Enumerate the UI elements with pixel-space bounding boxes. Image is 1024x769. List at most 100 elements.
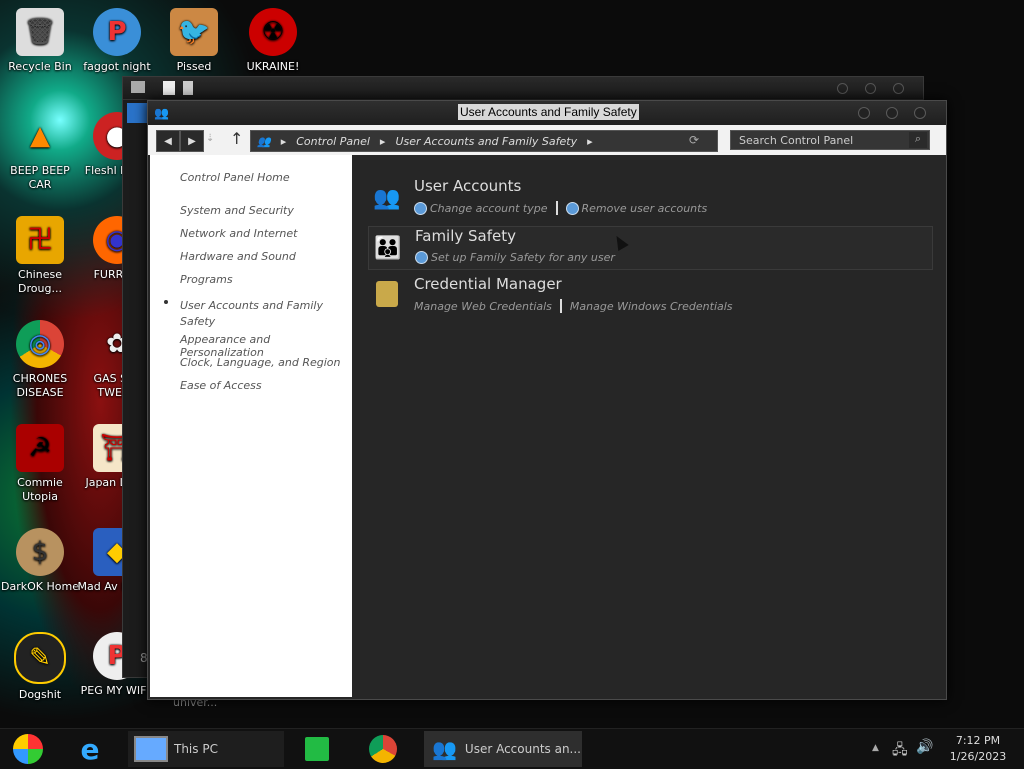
category-title[interactable]: User Accounts — [414, 177, 521, 195]
vlc-icon: ▲ — [30, 121, 50, 151]
clock-time: 7:12 PM — [955, 734, 1001, 747]
maximize-button[interactable] — [886, 107, 898, 119]
refresh-icon[interactable]: ⟳ — [689, 133, 703, 147]
manage-windows-credentials-link[interactable]: Manage Windows Credentials — [570, 300, 733, 313]
window-titlebar[interactable]: 👥 User Accounts and Family Safety — [148, 101, 946, 125]
clock-date: 1/26/2023 — [949, 750, 1007, 763]
money-bag-icon: $ — [16, 528, 64, 576]
desktop-icon-beep-beep-car[interactable]: ▲ BEEP BEEP CAR — [0, 112, 80, 192]
desktop-icon-faggot-night[interactable]: P faggot night — [77, 8, 157, 74]
users-icon: 👥 — [432, 737, 457, 761]
chevron-right-icon: ▸ — [587, 134, 593, 148]
ribbon-tab[interactable] — [127, 103, 149, 123]
desktop-icon-chinese-droug[interactable]: 卍 Chinese Droug... — [0, 216, 80, 296]
separator — [555, 201, 558, 215]
desktop-icon-pissed[interactable]: 🐦 Pissed — [154, 8, 234, 74]
sidebar-item-network-internet[interactable]: Network and Internet — [180, 227, 298, 240]
remove-user-accounts-link[interactable]: Remove user accounts — [582, 202, 708, 215]
back-button[interactable]: ◀ — [156, 130, 180, 152]
change-account-type-link[interactable]: Change account type — [430, 202, 548, 215]
chrome-icon: ◎ — [16, 320, 64, 368]
search-placeholder: Search Control Panel — [739, 133, 854, 147]
chrome-button[interactable] — [362, 731, 404, 767]
family-icon: 👪 — [374, 235, 402, 261]
category-title[interactable]: Credential Manager — [414, 275, 562, 293]
volume-icon[interactable]: 🔊 — [916, 739, 933, 755]
chinese-game-icon: 卍 — [16, 216, 64, 264]
breadcrumb-user-accounts[interactable]: User Accounts and Family Safety — [395, 135, 577, 148]
window-title: User Accounts and Family Safety — [458, 104, 639, 120]
sidebar-item-system-security[interactable]: System and Security — [180, 204, 294, 217]
taskbar-label: User Accounts an... — [464, 742, 581, 756]
manage-web-credentials-link[interactable]: Manage Web Credentials — [414, 300, 552, 313]
desktop-icon-darkok-home[interactable]: $ DarkOK Home — [0, 528, 80, 594]
taskbar-this-pc[interactable]: This PC — [128, 731, 284, 767]
recent-locations-button[interactable]: ⇣ — [206, 133, 214, 144]
sidebar-item-ease-of-access[interactable]: Ease of Access — [180, 379, 262, 392]
category-title[interactable]: Family Safety — [415, 227, 516, 245]
shield-icon — [414, 201, 427, 215]
desktop-icon-label: Dogshit — [18, 688, 62, 701]
users-icon: 👥 — [257, 134, 271, 148]
content-pane: 👥 User Accounts Change account type Remo… — [352, 155, 946, 697]
vault-icon — [376, 281, 398, 307]
up-arrow-icon[interactable]: ↑ — [230, 129, 243, 148]
start-button[interactable] — [8, 731, 48, 767]
search-input[interactable]: Search Control Panel ⌕ — [730, 130, 930, 150]
network-icon[interactable]: 🖧 — [892, 739, 908, 763]
maximize-button[interactable] — [865, 83, 876, 94]
desktop-icon-label: Commie Utopia — [17, 476, 63, 503]
document-icon — [163, 81, 175, 95]
control-panel-window[interactable]: 👥 User Accounts and Family Safety ◀ ▶ ⇣ … — [147, 100, 947, 700]
desktop-icon-chrones-disease[interactable]: ◎ CHRONES DISEASE — [0, 320, 80, 400]
sidebar-control-panel-home[interactable]: Control Panel Home — [180, 171, 290, 184]
desktop-icon-label: CHRONES DISEASE — [12, 372, 68, 399]
chevron-right-icon: ▸ — [280, 134, 287, 148]
minimize-button[interactable] — [837, 83, 848, 94]
close-button[interactable] — [914, 107, 926, 119]
address-bar[interactable]: 👥 ▸ Control Panel ▸ User Accounts and Fa… — [250, 130, 718, 152]
pen-icon: ✎ — [14, 632, 66, 684]
desktop-icon-dogshit[interactable]: ✎ Dogshit — [0, 632, 80, 702]
taskbar-user-accounts[interactable]: 👥 User Accounts an... — [424, 731, 582, 767]
active-bullet-icon — [164, 300, 168, 304]
store-button[interactable] — [296, 731, 338, 767]
windows-logo-icon — [13, 734, 43, 764]
background-window-titlebar[interactable] — [123, 77, 923, 100]
navigation-bar: ◀ ▶ ⇣ ↑ 👥 ▸ Control Panel ▸ User Account… — [148, 125, 946, 155]
store-icon — [305, 737, 329, 761]
breadcrumb-control-panel[interactable]: Control Panel — [296, 135, 370, 148]
minimize-button[interactable] — [858, 107, 870, 119]
close-button[interactable] — [893, 83, 904, 94]
desktop-icon-label: Pissed — [176, 60, 212, 73]
desktop-icon-label: PEG MY WIFE — [80, 684, 154, 697]
desktop-icon-commie-utopia[interactable]: ☭ Commie Utopia — [0, 424, 80, 504]
internet-explorer-button[interactable]: e — [68, 731, 112, 767]
forward-button[interactable]: ▶ — [180, 130, 204, 152]
desktop-icon-label: UKRAINE! — [246, 60, 300, 73]
desktop-icon-ukraine[interactable]: ☢ UKRAINE! — [233, 8, 313, 74]
shield-icon — [415, 251, 428, 264]
shield-icon — [565, 201, 579, 215]
sidebar-item-programs[interactable]: Programs — [180, 273, 233, 286]
sidebar-item-clock-language[interactable]: Clock, Language, and Region — [180, 356, 341, 369]
taskbar-label: This PC — [174, 742, 218, 756]
clock[interactable]: 7:12 PM 1/26/2023 — [948, 733, 1008, 765]
desktop-icon-label: BEEP BEEP CAR — [10, 164, 70, 191]
show-hidden-icons-button[interactable]: ▲ — [872, 743, 879, 753]
desktop-icon-recycle-bin[interactable]: 🗑 Recycle Bin — [0, 8, 80, 74]
papers-please-icon: ☭ — [16, 424, 64, 472]
search-icon[interactable]: ⌕ — [909, 132, 927, 148]
recycle-bin-icon: 🗑 — [16, 8, 64, 56]
angry-birds-icon: 🐦 — [170, 8, 218, 56]
desktop-icon-label: Chinese Droug... — [18, 268, 62, 295]
users-icon: 👥 — [373, 185, 401, 211]
taskbar: e This PC 👥 User Accounts an... ▲ 🖧 🔊 7:… — [0, 728, 1024, 769]
sidebar-item-user-accounts[interactable]: User Accounts and Family Safety — [180, 298, 330, 330]
sidebar-item-hardware-sound[interactable]: Hardware and Sound — [180, 250, 296, 263]
category-credential-manager[interactable]: Credential Manager Manage Web Credential… — [368, 275, 933, 319]
category-user-accounts[interactable]: 👥 User Accounts Change account type Remo… — [368, 177, 933, 221]
setup-family-safety-link[interactable]: Set up Family Safety for any user — [431, 251, 615, 264]
category-links: Manage Web Credentials Manage Windows Cr… — [414, 299, 733, 313]
category-family-safety[interactable]: 👪 Family Safety Set up Family Safety for… — [368, 226, 933, 270]
